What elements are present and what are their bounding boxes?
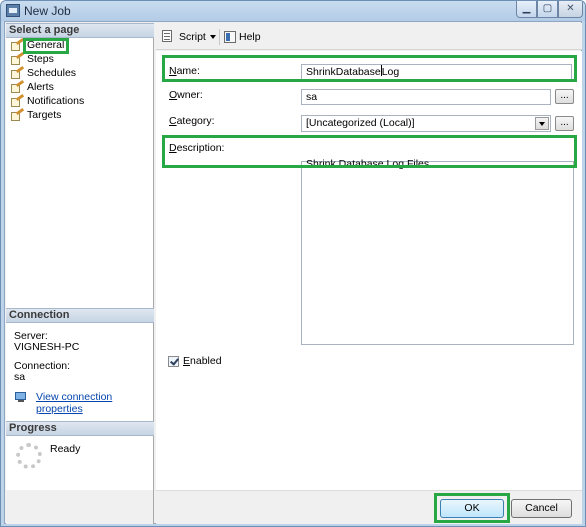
enabled-checkbox[interactable] (168, 356, 179, 367)
new-job-window: New Job ▁ ▢ ✕ Select a page General Step… (0, 0, 586, 527)
minimize-button[interactable]: ▁ (516, 1, 537, 18)
toolbar: Script Help (156, 23, 582, 50)
script-icon (161, 30, 175, 44)
page-wrench-icon (11, 65, 25, 79)
connection-properties-icon (15, 392, 29, 403)
left-panel: Select a page General Steps Schedules Al… (6, 23, 154, 490)
select-page-header: Select a page (6, 23, 154, 38)
left-bottom-strip (6, 490, 154, 524)
connection-header: Connection (6, 308, 154, 323)
name-highlight-box (162, 55, 577, 82)
close-button[interactable]: ✕ (558, 1, 583, 18)
page-targets[interactable]: Targets (10, 107, 62, 123)
connection-value: sa (14, 371, 26, 383)
category-browse-button[interactable]: ... (555, 116, 574, 131)
ok-highlight-box (434, 493, 510, 523)
page-alerts-label: Alerts (27, 81, 54, 93)
page-steps[interactable]: Steps (10, 51, 54, 67)
toolbar-separator (219, 29, 220, 45)
page-schedules[interactable]: Schedules (10, 65, 77, 81)
page-schedules-label: Schedules (27, 67, 77, 79)
owner-browse-button[interactable]: ... (555, 89, 574, 104)
server-value: VIGNESH-PC (14, 341, 80, 353)
page-wrench-icon (11, 93, 25, 107)
page-wrench-icon (11, 51, 25, 65)
page-targets-label: Targets (27, 109, 62, 121)
help-button[interactable]: Help (239, 31, 261, 44)
page-notifications[interactable]: Notifications (10, 93, 85, 109)
dialog-client-area: Select a page General Steps Schedules Al… (4, 21, 582, 524)
page-wrench-icon (11, 79, 25, 93)
page-steps-label: Steps (27, 53, 54, 65)
category-label: Category: (169, 115, 215, 127)
script-dropdown-arrow-icon[interactable] (210, 35, 216, 39)
view-connection-properties-link[interactable]: View connection properties (36, 391, 153, 415)
category-select[interactable]: [Uncategorized (Local)] (301, 115, 551, 132)
owner-input[interactable]: sa (301, 89, 551, 105)
progress-status: Ready (50, 443, 81, 455)
progress-header: Progress (6, 421, 154, 436)
app-icon (6, 4, 20, 17)
general-page-form: Name: ShrinkDatabaseLog Owner: sa ... Ca… (156, 51, 582, 490)
enabled-label: Enabled (183, 355, 222, 367)
page-alerts[interactable]: Alerts (10, 79, 54, 95)
page-wrench-icon (11, 107, 25, 121)
script-button[interactable]: Script (179, 31, 206, 44)
description-highlight-box (162, 135, 577, 168)
progress-spinner-icon (16, 443, 42, 469)
cancel-button[interactable]: Cancel (511, 499, 572, 518)
window-title: New Job (24, 4, 71, 18)
chevron-down-icon[interactable] (535, 117, 549, 130)
maximize-button[interactable]: ▢ (537, 1, 558, 18)
general-highlight-box (23, 38, 69, 54)
page-notifications-label: Notifications (27, 95, 85, 107)
description-textarea[interactable]: Shrink Database Log Files (301, 158, 574, 345)
title-bar: New Job ▁ ▢ ✕ (1, 1, 585, 21)
dialog-button-bar: OK Cancel (156, 490, 582, 524)
owner-label: Owner: (169, 89, 203, 101)
help-icon (223, 30, 237, 44)
